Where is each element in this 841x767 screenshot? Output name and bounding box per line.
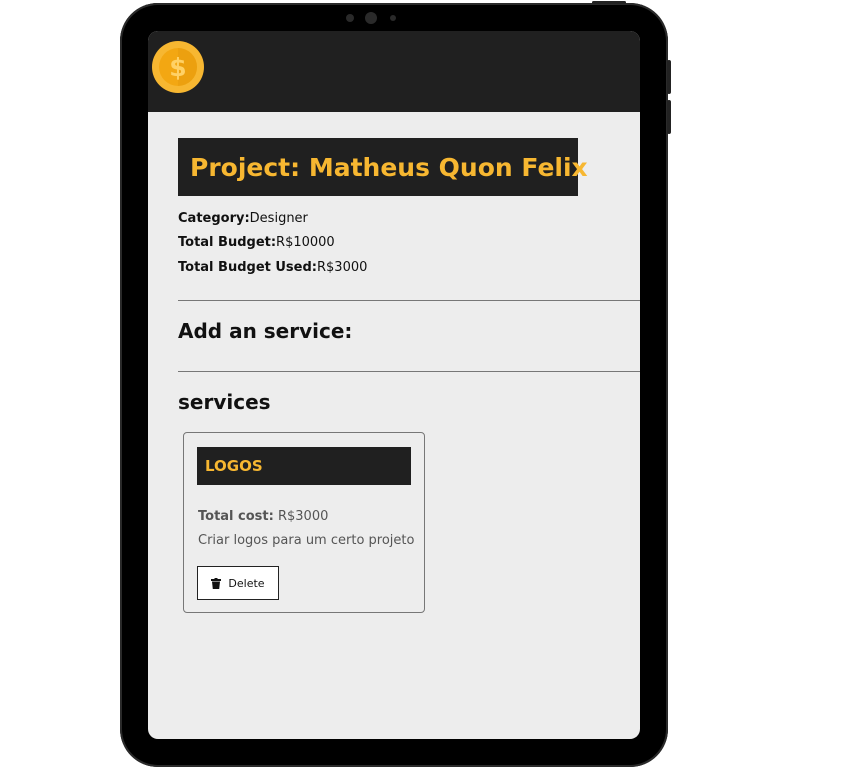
services-heading: services (178, 390, 271, 414)
trash-icon (211, 577, 222, 589)
delete-label: Delete (228, 576, 265, 590)
project-title: Project: Matheus Quon Felix (190, 152, 588, 182)
service-card: LOGOS Total cost: R$3000 Criar logos par… (183, 432, 425, 613)
total-budget-label: Total Budget: (178, 235, 277, 250)
total-budget-info: Total Budget:R$10000 (178, 235, 335, 250)
tablet-side-button (667, 60, 671, 94)
category-label: Category: (178, 211, 250, 226)
camera-sensor (390, 15, 396, 21)
app-screen: $ Project: Matheus Quon Felix Category:D… (148, 31, 640, 739)
project-title-box: Project: Matheus Quon Felix (178, 138, 588, 196)
service-cost-value: R$3000 (277, 509, 329, 524)
budget-used-info: Total Budget Used:R$3000 (178, 260, 367, 275)
tablet-side-button (667, 100, 671, 134)
dollar-coin-icon[interactable]: $ (152, 41, 204, 93)
total-budget-value: R$10000 (276, 235, 335, 250)
category-value: Designer (249, 211, 308, 226)
budget-used-value: R$3000 (317, 260, 368, 275)
tablet-top-button (592, 1, 626, 4)
navbar: $ (148, 31, 640, 112)
add-service-heading: Add an service: (178, 319, 353, 343)
divider (178, 300, 640, 301)
service-card-header: LOGOS (197, 447, 411, 485)
service-cost: Total cost: R$3000 (198, 509, 328, 524)
divider (178, 371, 640, 372)
budget-used-label: Total Budget Used: (178, 260, 317, 275)
service-description: Criar logos para um certo projeto (198, 533, 415, 548)
svg-text:$: $ (169, 53, 186, 82)
camera-lens (365, 12, 377, 24)
delete-button[interactable]: Delete (197, 566, 279, 600)
category-info: Category:Designer (178, 211, 308, 226)
service-name: LOGOS (205, 457, 263, 475)
service-cost-label: Total cost: (198, 509, 274, 524)
camera-dot (346, 14, 354, 22)
